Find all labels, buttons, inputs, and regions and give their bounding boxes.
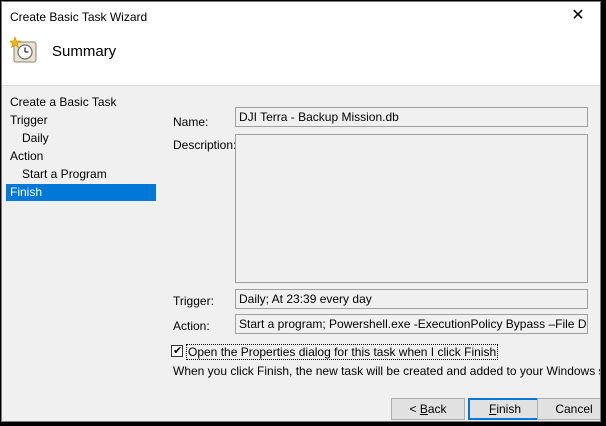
close-icon[interactable]: ✕: [556, 2, 600, 30]
action-field[interactable]: Start a program; Powershell.exe -Executi…: [235, 314, 588, 334]
step-finish[interactable]: Finish: [6, 184, 156, 201]
page-title: Summary: [52, 43, 117, 60]
name-label: Name:: [173, 115, 209, 129]
task-scheduler-clock-icon: [10, 36, 37, 63]
finish-label-rest: inish: [496, 402, 522, 416]
step-create-basic-task[interactable]: Create a Basic Task: [6, 94, 156, 111]
cancel-button[interactable]: Cancel: [537, 398, 600, 420]
finish-info-text: When you click Finish, the new task will…: [173, 364, 600, 378]
step-daily[interactable]: Daily: [6, 130, 156, 147]
finish-button[interactable]: Finish: [468, 398, 542, 420]
open-properties-checkbox[interactable]: ✔: [171, 345, 183, 357]
trigger-label: Trigger:: [173, 294, 214, 308]
name-field[interactable]: DJI Terra - Backup Mission.db: [235, 107, 588, 127]
wizard-window: Create Basic Task Wizard ✕ Summary Creat…: [1, 1, 601, 422]
back-button[interactable]: < Back: [391, 398, 465, 420]
checkmark-icon: ✔: [173, 345, 183, 357]
title-bar: Create Basic Task Wizard ✕: [2, 2, 600, 30]
trigger-field[interactable]: Daily; At 23:39 every day: [235, 289, 588, 309]
open-properties-label[interactable]: Open the Properties dialog for this task…: [186, 344, 499, 360]
back-label-rest: ack: [427, 402, 447, 416]
window-title: Create Basic Task Wizard: [10, 10, 148, 24]
description-field[interactable]: [235, 134, 588, 283]
step-trigger[interactable]: Trigger: [6, 112, 156, 129]
back-prefix: <: [409, 402, 420, 416]
action-label: Action:: [173, 319, 210, 333]
step-start-a-program[interactable]: Start a Program: [6, 166, 156, 183]
description-label: Description:: [173, 138, 237, 152]
step-action[interactable]: Action: [6, 148, 156, 165]
back-mnemonic: B: [419, 402, 428, 416]
wizard-steps-sidebar: Create a Basic Task Trigger Daily Action…: [2, 86, 164, 306]
wizard-header: Summary: [2, 30, 600, 86]
